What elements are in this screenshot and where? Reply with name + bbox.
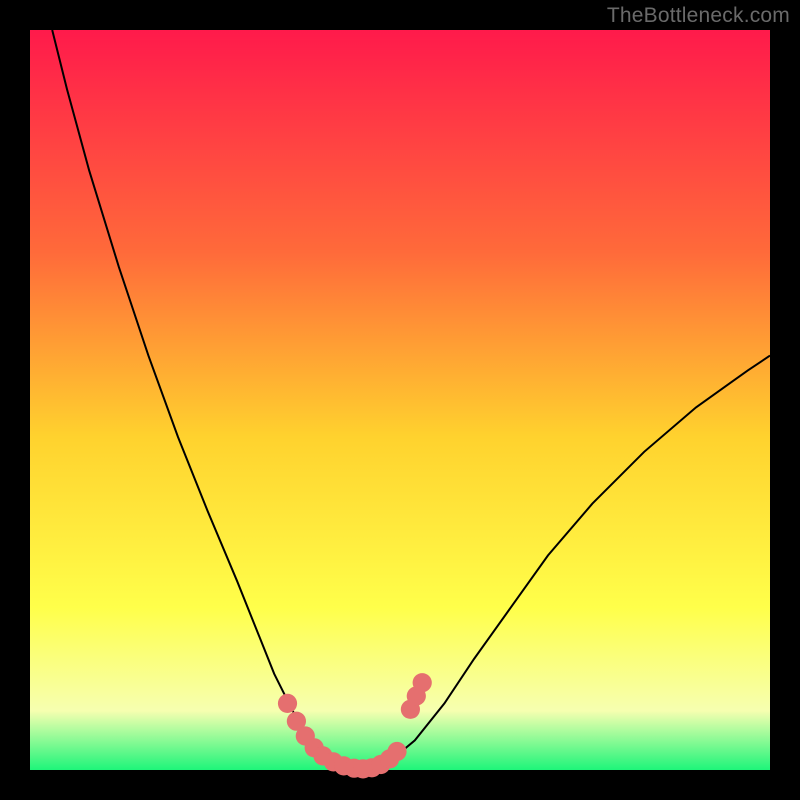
curve-marker: [278, 694, 297, 713]
curve-marker: [413, 673, 432, 692]
chart-frame: TheBottleneck.com: [0, 0, 800, 800]
bottleneck-chart: [0, 0, 800, 800]
plot-area: [30, 30, 770, 770]
watermark-text: TheBottleneck.com: [607, 4, 790, 28]
curve-marker: [387, 742, 406, 761]
